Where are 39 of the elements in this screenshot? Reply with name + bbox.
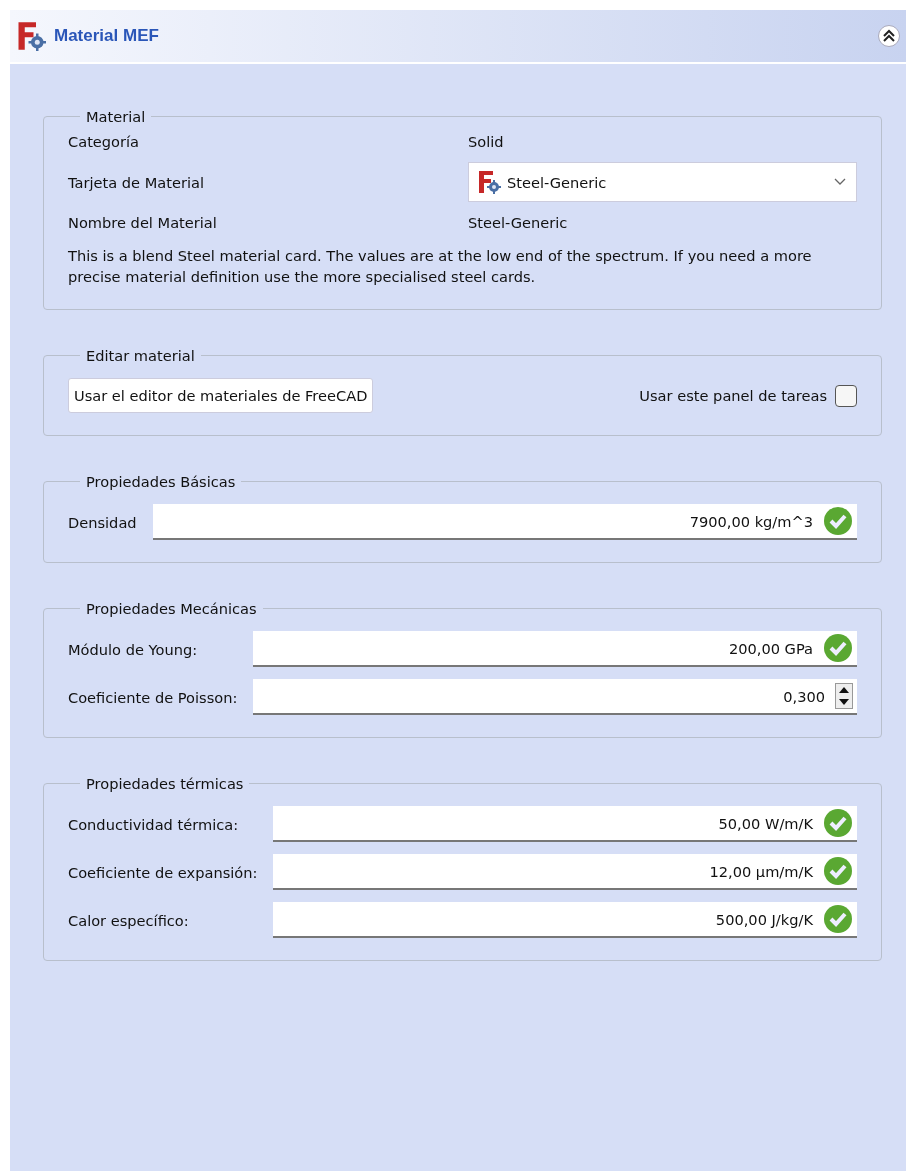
group-legend: Propiedades Básicas	[80, 473, 242, 491]
property-label: Tarjeta de Material	[68, 173, 205, 191]
property-value: Solid	[468, 133, 505, 150]
checkbox[interactable]	[835, 384, 857, 407]
property-label: Conductividad térmica:	[68, 815, 240, 833]
check-icon	[823, 808, 853, 839]
property-label: Coeficiente de expansión:	[68, 863, 258, 881]
value-field[interactable]: 0,300	[253, 679, 857, 716]
editor-button[interactable]: Usar el editor de materiales de FreeCAD	[68, 378, 374, 414]
app-logo-icon	[477, 170, 501, 194]
check-icon	[823, 856, 853, 887]
property-label: Densidad	[68, 513, 137, 531]
material-description: This is a blend Steel material card. The values are at the low end of the spectrum. If you need a more precise material definition use the more specialised steel cards.	[68, 246, 813, 288]
value-field[interactable]: 50,00 W/m/K	[273, 806, 857, 843]
property-label: Módulo de Young:	[68, 640, 199, 658]
caret-icon	[834, 178, 846, 186]
check-icon	[823, 506, 853, 537]
value-field[interactable]: 500,00 J/kg/K	[273, 902, 857, 939]
spin-buttons[interactable]	[835, 683, 853, 710]
app-logo-icon	[16, 21, 46, 51]
panel-title: Material MEF	[54, 26, 160, 46]
property-label: Categoría	[68, 133, 141, 150]
group-legend: Editar material	[80, 347, 201, 365]
property-label: Calor específico:	[68, 911, 190, 929]
group-legend: Propiedades Mecánicas	[80, 600, 263, 618]
check-icon	[823, 633, 853, 664]
value-field[interactable]: 7900,00 kg/m^3	[152, 504, 857, 541]
group-legend: Propiedades térmicas	[80, 775, 250, 793]
checkbox-label: Usar este panel de tareas	[639, 387, 827, 405]
property-label: Nombre del Material	[68, 214, 218, 231]
double-chevron-icon	[882, 29, 896, 43]
property-value: Steel-Generic	[468, 214, 569, 231]
material-dropdown[interactable]: Steel-Generic	[468, 162, 857, 202]
value-field[interactable]: 12,00 µm/m/K	[273, 854, 857, 891]
check-icon	[823, 904, 853, 935]
property-label: Coeficiente de Poisson:	[68, 688, 238, 706]
value-field[interactable]: 200,00 GPa	[253, 631, 857, 668]
group-legend: Material	[80, 108, 152, 125]
collapse-button[interactable]	[878, 25, 900, 47]
